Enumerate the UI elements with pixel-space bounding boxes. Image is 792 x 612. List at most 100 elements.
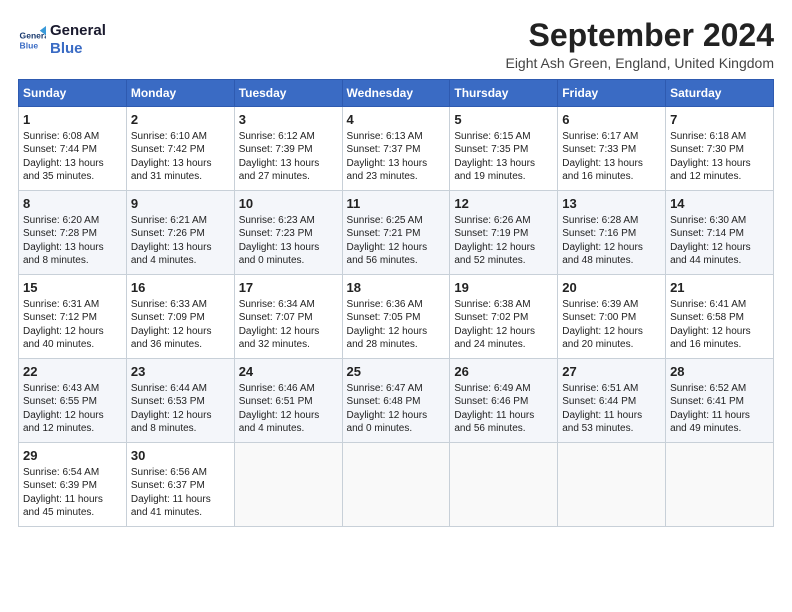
month-title: September 2024 xyxy=(505,18,774,53)
sunrise-label: Sunrise: 6:38 AM xyxy=(454,299,530,310)
col-friday: Friday xyxy=(558,80,666,107)
sunset-label: Sunset: 7:28 PM xyxy=(23,228,97,239)
calendar-cell: 7 Sunrise: 6:18 AM Sunset: 7:30 PM Daylight… xyxy=(666,107,774,191)
day-number: 26 xyxy=(454,363,553,381)
calendar-cell: 16Sunrise: 6:33 AMSunset: 7:09 PMDayligh… xyxy=(126,275,234,359)
sunrise-label: Sunrise: 6:20 AM xyxy=(23,215,99,226)
day-number: 13 xyxy=(562,195,661,213)
daylight-label: Daylight: 11 hours and 41 minutes. xyxy=(131,494,211,519)
day-number: 3 xyxy=(239,111,338,129)
sunrise-label: Sunrise: 6:31 AM xyxy=(23,299,99,310)
calendar-cell: 18Sunrise: 6:36 AMSunset: 7:05 PMDayligh… xyxy=(342,275,450,359)
day-number: 21 xyxy=(670,279,769,297)
sunrise-label: Sunrise: 6:28 AM xyxy=(562,215,638,226)
calendar-cell: 1Sunrise: 6:08 AMSunset: 7:44 PMDaylight… xyxy=(19,107,127,191)
daylight-label: Daylight: 12 hours and 28 minutes. xyxy=(347,326,428,351)
calendar-cell: 6Sunrise: 6:17 AMSunset: 7:33 PMDaylight… xyxy=(558,107,666,191)
sunrise-label: Sunrise: 6:12 AM xyxy=(239,131,315,142)
calendar-cell: 2Sunrise: 6:10 AMSunset: 7:42 PMDaylight… xyxy=(126,107,234,191)
daylight-label: Daylight: 12 hours and 8 minutes. xyxy=(131,410,212,435)
calendar-cell: 21 Sunrise: 6:41 AM Sunset: 6:58 PM Dayligh… xyxy=(666,275,774,359)
day-number: 11 xyxy=(347,195,446,213)
daylight-label: Daylight: 13 hours and 0 minutes. xyxy=(239,242,320,267)
day-number: 16 xyxy=(131,279,230,297)
col-wednesday: Wednesday xyxy=(342,80,450,107)
sunrise-label: Sunrise: 6:51 AM xyxy=(562,383,638,394)
logo-icon: General Blue xyxy=(18,26,46,54)
header: General Blue General Blue September 2024… xyxy=(18,18,774,71)
title-block: September 2024 Eight Ash Green, England,… xyxy=(505,18,774,71)
sunset-label: Sunset: 6:53 PM xyxy=(131,396,205,407)
sunrise-label: Sunrise: 6:30 AM xyxy=(670,215,746,226)
daylight-label: Daylight: 13 hours and 31 minutes. xyxy=(131,158,212,183)
sunset-label: Sunset: 7:19 PM xyxy=(454,228,528,239)
day-number: 1 xyxy=(23,111,122,129)
day-number: 25 xyxy=(347,363,446,381)
calendar-cell: 28Sunrise: 6:52 AMSunset: 6:41 PMDayligh… xyxy=(666,359,774,443)
daylight-label: Daylight: 12 hours and 16 minutes. xyxy=(670,326,751,351)
daylight-label: Daylight: 12 hours and 12 minutes. xyxy=(23,410,104,435)
day-number: 22 xyxy=(23,363,122,381)
sunrise-label: Sunrise: 6:23 AM xyxy=(239,215,315,226)
daylight-label: Daylight: 13 hours and 8 minutes. xyxy=(23,242,104,267)
calendar-cell xyxy=(450,443,558,527)
col-tuesday: Tuesday xyxy=(234,80,342,107)
logo-text-blue: Blue xyxy=(50,40,106,58)
daylight-label: Daylight: 13 hours and 16 minutes. xyxy=(562,158,643,183)
sunrise-label: Sunrise: 6:25 AM xyxy=(347,215,423,226)
daylight-label: Daylight: 12 hours and 36 minutes. xyxy=(131,326,212,351)
sunset-label: Sunset: 7:21 PM xyxy=(347,228,421,239)
daylight-label: Daylight: 11 hours and 56 minutes. xyxy=(454,410,534,435)
sunset-label: Sunset: 7:30 PM xyxy=(670,144,744,155)
sunset-label: Sunset: 7:07 PM xyxy=(239,312,313,323)
day-number: 5 xyxy=(454,111,553,129)
calendar-cell: 3 Sunrise: 6:12 AM Sunset: 7:39 PM Daylight… xyxy=(234,107,342,191)
calendar-cell: 13 Sunrise: 6:28 AM Sunset: 7:16 PM Dayligh… xyxy=(558,191,666,275)
calendar-cell: 29Sunrise: 6:54 AMSunset: 6:39 PMDayligh… xyxy=(19,443,127,527)
day-number: 19 xyxy=(454,279,553,297)
sunset-label: Sunset: 7:16 PM xyxy=(562,228,636,239)
sunrise-label: Sunrise: 6:47 AM xyxy=(347,383,423,394)
daylight-label: Daylight: 12 hours and 0 minutes. xyxy=(347,410,428,435)
daylight-label: Daylight: 11 hours and 49 minutes. xyxy=(670,410,750,435)
calendar-cell: 12Sunrise: 6:26 AMSunset: 7:19 PMDayligh… xyxy=(450,191,558,275)
daylight-label: Daylight: 13 hours and 12 minutes. xyxy=(670,158,751,183)
sunset-label: Sunset: 6:58 PM xyxy=(670,312,744,323)
sunset-label: Sunset: 6:51 PM xyxy=(239,396,313,407)
day-number: 27 xyxy=(562,363,661,381)
calendar-cell: 10Sunrise: 6:23 AMSunset: 7:23 PMDayligh… xyxy=(234,191,342,275)
daylight-label: Daylight: 13 hours and 35 minutes. xyxy=(23,158,104,183)
sunrise-label: Sunrise: 6:36 AM xyxy=(347,299,423,310)
sunset-label: Sunset: 6:46 PM xyxy=(454,396,528,407)
day-number: 8 xyxy=(23,195,122,213)
sunset-label: Sunset: 7:44 PM xyxy=(23,144,97,155)
calendar-cell: 17Sunrise: 6:34 AMSunset: 7:07 PMDayligh… xyxy=(234,275,342,359)
calendar-cell: 5Sunrise: 6:15 AMSunset: 7:35 PMDaylight… xyxy=(450,107,558,191)
calendar-cell: 15Sunrise: 6:31 AMSunset: 7:12 PMDayligh… xyxy=(19,275,127,359)
calendar-cell: 14Sunrise: 6:30 AMSunset: 7:14 PMDayligh… xyxy=(666,191,774,275)
sunrise-label: Sunrise: 6:18 AM xyxy=(670,131,746,142)
daylight-label: Daylight: 13 hours and 4 minutes. xyxy=(131,242,212,267)
day-number: 9 xyxy=(131,195,230,213)
calendar-cell xyxy=(342,443,450,527)
calendar-cell: 19Sunrise: 6:38 AMSunset: 7:02 PMDayligh… xyxy=(450,275,558,359)
sunset-label: Sunset: 7:33 PM xyxy=(562,144,636,155)
day-number: 4 xyxy=(347,111,446,129)
sunrise-label: Sunrise: 6:41 AM xyxy=(670,299,746,310)
sunset-label: Sunset: 7:39 PM xyxy=(239,144,313,155)
sunrise-label: Sunrise: 6:43 AM xyxy=(23,383,99,394)
calendar-cell: 27Sunrise: 6:51 AMSunset: 6:44 PMDayligh… xyxy=(558,359,666,443)
sunset-label: Sunset: 7:23 PM xyxy=(239,228,313,239)
sunset-label: Sunset: 6:48 PM xyxy=(347,396,421,407)
calendar-cell: 22Sunrise: 6:43 AMSunset: 6:55 PMDayligh… xyxy=(19,359,127,443)
daylight-label: Daylight: 12 hours and 48 minutes. xyxy=(562,242,643,267)
daylight-label: Daylight: 12 hours and 56 minutes. xyxy=(347,242,428,267)
sunrise-label: Sunrise: 6:21 AM xyxy=(131,215,207,226)
calendar-cell xyxy=(666,443,774,527)
day-number: 7 xyxy=(670,111,769,129)
day-number: 28 xyxy=(670,363,769,381)
daylight-label: Daylight: 13 hours and 27 minutes. xyxy=(239,158,320,183)
sunset-label: Sunset: 6:41 PM xyxy=(670,396,744,407)
sunrise-label: Sunrise: 6:49 AM xyxy=(454,383,530,394)
logo-text-general: General xyxy=(50,22,106,40)
